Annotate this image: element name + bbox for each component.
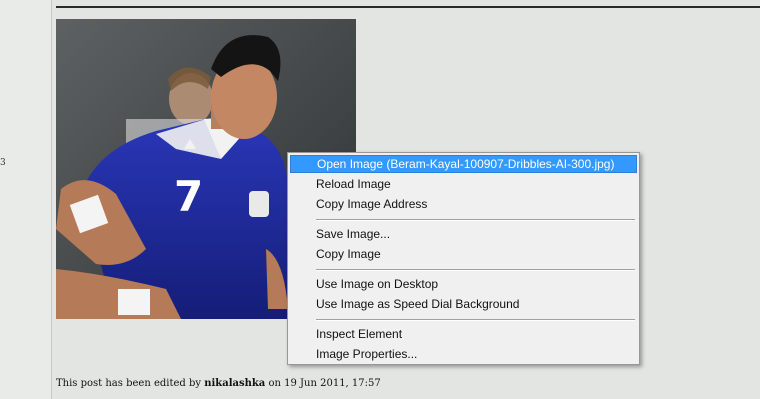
- menu-copy-image[interactable]: Copy Image: [290, 245, 637, 263]
- menu-save-image[interactable]: Save Image...: [290, 225, 637, 243]
- menu-open-image[interactable]: Open Image (Beram-Kayal-100907-Dribbles-…: [290, 155, 637, 173]
- left-gutter: [0, 0, 52, 399]
- edit-date: 19 Jun 2011, 17:57: [284, 378, 381, 389]
- editor-name[interactable]: nikalashka: [204, 378, 265, 389]
- menu-use-image-on-desktop[interactable]: Use Image on Desktop: [290, 275, 637, 293]
- jersey-number: 7: [174, 172, 203, 221]
- menu-copy-image-address[interactable]: Copy Image Address: [290, 195, 637, 213]
- edit-note-prefix: This post has been edited by: [56, 378, 202, 389]
- menu-separator: [316, 319, 635, 321]
- menu-use-image-speed-dial[interactable]: Use Image as Speed Dial Background: [290, 295, 637, 313]
- menu-image-properties[interactable]: Image Properties...: [290, 345, 637, 363]
- edit-note: This post has been edited by nikalashka …: [56, 378, 381, 389]
- post-divider: [56, 6, 760, 8]
- menu-reload-image[interactable]: Reload Image: [290, 175, 637, 193]
- edit-note-on: on: [268, 378, 281, 389]
- menu-inspect-element[interactable]: Inspect Element: [290, 325, 637, 343]
- menu-separator: [316, 269, 635, 271]
- image-context-menu: Open Image (Beram-Kayal-100907-Dribbles-…: [287, 152, 640, 365]
- menu-separator: [316, 219, 635, 221]
- gutter-marker: 3: [0, 158, 6, 168]
